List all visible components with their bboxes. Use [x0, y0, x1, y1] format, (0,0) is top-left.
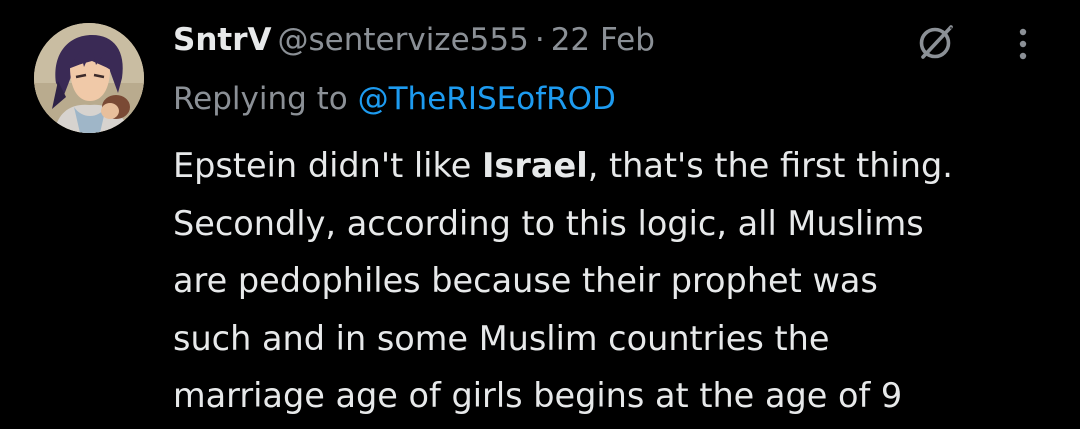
avatar-icon — [34, 23, 144, 133]
tweet-text-line-3: are pedophiles because their prophet was — [173, 261, 878, 300]
tweet-text-segment: Epstein didn't like — [173, 146, 482, 185]
more-options-icon[interactable] — [1008, 22, 1038, 66]
tweet-header: SntrV @sentervize555 · 22 Feb — [173, 18, 655, 62]
display-name[interactable]: SntrV — [173, 22, 272, 58]
tweet-text-line-2: Secondly, according to this logic, all M… — [173, 203, 924, 243]
grok-icon[interactable] — [914, 20, 958, 64]
replying-to: Replying to @TheRISEofROD — [173, 77, 616, 121]
tweet-text: Epstein didn't like Israel, that's the f… — [173, 137, 1053, 425]
user-avatar[interactable] — [34, 23, 144, 133]
tweet-text-line-4: such and in some Muslim countries the — [173, 318, 830, 358]
tweet-text-line-1: Epstein didn't like Israel, that's the f… — [173, 137, 1053, 195]
separator-dot: · — [534, 22, 545, 58]
tweet-text-line-5: marriage age of girls begins at the age … — [173, 376, 903, 415]
tweet-card[interactable]: SntrV @sentervize555 · 22 Feb Replying to @… — [0, 0, 1080, 429]
reply-mention-link[interactable]: @TheRISEofROD — [358, 81, 616, 117]
tweet-text-bold: Israel — [481, 146, 588, 185]
tweet-text-segment: , that's the first thing. — [587, 146, 953, 185]
user-handle[interactable]: @sentervize555 — [278, 22, 529, 58]
replying-to-label: Replying to — [173, 81, 358, 117]
timestamp[interactable]: 22 Feb — [551, 22, 655, 58]
